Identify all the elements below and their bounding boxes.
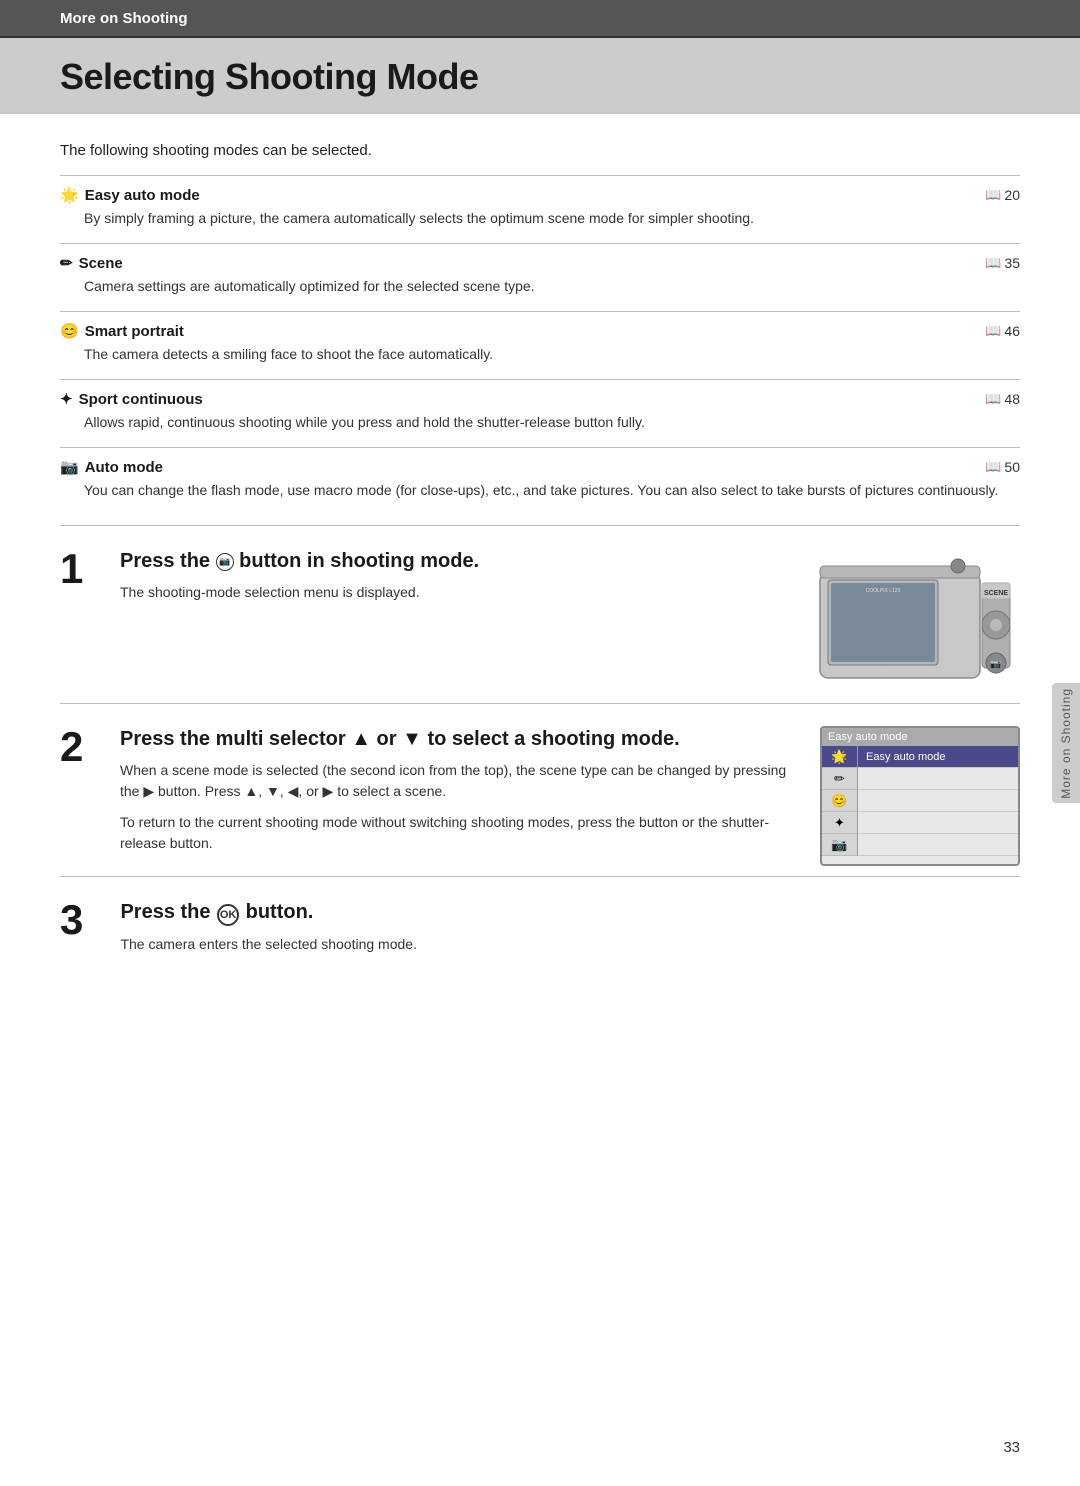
mode-auto-desc: You can change the flash mode, use macro… xyxy=(60,480,1020,511)
menu-icon-3: ✦ xyxy=(822,812,857,834)
page-title-area: Selecting Shooting Mode xyxy=(0,38,1080,114)
step-1-title: Press the 📷 button in shooting mode. xyxy=(120,548,790,574)
step-2-image-area: Easy auto mode 🌟 ✏ 😊 ✦ 📷 xyxy=(820,726,1020,866)
camera-button-icon-1: 📷 xyxy=(216,553,234,571)
menu-icons-col: 🌟 ✏ 😊 ✦ 📷 xyxy=(822,746,858,856)
step-1-number: 1 xyxy=(60,548,100,693)
easy-auto-icon: 🌟 xyxy=(60,186,79,204)
mode-sport-desc: Allows rapid, continuous shooting while … xyxy=(60,412,1020,443)
book-icon-5: 📖 xyxy=(985,459,1001,475)
mode-auto: 📷 Auto mode 📖 50 You can change the flas… xyxy=(60,447,1020,515)
intro-text: The following shooting modes can be sele… xyxy=(60,142,1020,159)
mode-smart-portrait-header: 😊 Smart portrait 📖 46 xyxy=(60,322,1020,340)
mode-easy-auto-desc: By simply framing a picture, the camera … xyxy=(60,208,1020,239)
mode-easy-auto-title: 🌟 Easy auto mode xyxy=(60,186,200,204)
menu-icon-2: 😊 xyxy=(822,790,857,812)
mode-scene: ✏ Scene 📖 35 Camera settings are automat… xyxy=(60,243,1020,311)
menu-icon-1: ✏ xyxy=(822,768,857,790)
menu-icon-4: 📷 xyxy=(822,834,857,856)
book-icon-4: 📖 xyxy=(985,391,1001,407)
book-icon-3: 📖 xyxy=(985,323,1001,339)
mode-list: 🌟 Easy auto mode 📖 20 By simply framing … xyxy=(60,175,1020,515)
page-title: Selecting Shooting Mode xyxy=(60,56,1020,98)
mode-auto-ref: 📖 50 xyxy=(985,459,1020,475)
step-3-number: 3 xyxy=(60,899,100,941)
mode-sport-continuous-title: ✦ Sport continuous xyxy=(60,390,203,408)
svg-text:📷: 📷 xyxy=(990,659,1001,669)
step-1-desc: The shooting-mode selection menu is disp… xyxy=(120,582,790,603)
auto-mode-icon: 📷 xyxy=(60,458,79,476)
header-bar: More on Shooting xyxy=(0,0,1080,38)
mode-sport-continuous-header: ✦ Sport continuous 📖 48 xyxy=(60,390,1020,408)
mode-smart-portrait-desc: The camera detects a smiling face to sho… xyxy=(60,344,1020,375)
step-1: 1 Press the 📷 button in shooting mode. T… xyxy=(60,526,1020,704)
menu-ui-header: Easy auto mode xyxy=(822,728,1018,746)
mode-easy-auto-header: 🌟 Easy auto mode 📖 20 xyxy=(60,186,1020,204)
mode-easy-auto-ref: 📖 20 xyxy=(985,187,1020,203)
menu-ui: Easy auto mode 🌟 ✏ 😊 ✦ 📷 xyxy=(820,726,1020,866)
mode-scene-ref: 📖 35 xyxy=(985,255,1020,271)
mode-auto-header: 📷 Auto mode 📖 50 xyxy=(60,458,1020,476)
book-icon-2: 📖 xyxy=(985,255,1001,271)
menu-ui-body: 🌟 ✏ 😊 ✦ 📷 Easy auto mode xyxy=(822,746,1018,856)
menu-label-2 xyxy=(858,790,1018,812)
scene-icon: ✏ xyxy=(60,254,73,272)
step-3-content: Press the OK button. The camera enters t… xyxy=(120,899,417,955)
step-2-content: Press the multi selector ▲ or ▼ to selec… xyxy=(120,726,800,854)
mode-smart-portrait-ref: 📖 46 xyxy=(985,323,1020,339)
svg-text:COOLPIX L120: COOLPIX L120 xyxy=(866,588,901,594)
sidebar-tab-label: More on Shooting xyxy=(1059,688,1073,799)
menu-label-4 xyxy=(858,834,1018,856)
step-2-desc: When a scene mode is selected (the secon… xyxy=(120,760,800,802)
menu-label-col: Easy auto mode xyxy=(858,746,1018,856)
smart-portrait-icon: 😊 xyxy=(60,322,79,340)
ok-circle-icon: OK xyxy=(217,904,239,926)
svg-text:SCENE: SCENE xyxy=(984,590,1008,597)
step-2-number: 2 xyxy=(60,726,100,768)
menu-label-3 xyxy=(858,812,1018,834)
menu-badge xyxy=(994,731,1012,741)
menu-label-0: Easy auto mode xyxy=(858,746,1018,768)
book-icon: 📖 xyxy=(985,187,1001,203)
section-label: More on Shooting xyxy=(60,10,187,27)
page: More on Shooting Selecting Shooting Mode… xyxy=(0,0,1080,1486)
mode-auto-title: 📷 Auto mode xyxy=(60,458,163,476)
step-2-sub-desc: To return to the current shooting mode w… xyxy=(120,812,800,854)
mode-scene-desc: Camera settings are automatically optimi… xyxy=(60,276,1020,307)
mode-smart-portrait-title: 😊 Smart portrait xyxy=(60,322,184,340)
mode-scene-header: ✏ Scene 📖 35 xyxy=(60,254,1020,272)
page-number: 33 xyxy=(1003,1439,1020,1456)
sport-icon: ✦ xyxy=(60,390,73,408)
step-2-top: 2 Press the multi selector ▲ or ▼ to sel… xyxy=(60,726,1020,866)
mode-sport-continuous: ✦ Sport continuous 📖 48 Allows rapid, co… xyxy=(60,379,1020,447)
menu-header-label: Easy auto mode xyxy=(828,731,908,743)
sidebar-tab: More on Shooting xyxy=(1052,683,1080,803)
step-2: 2 Press the multi selector ▲ or ▼ to sel… xyxy=(60,704,1020,877)
svg-text:Nikon: Nikon xyxy=(875,666,891,672)
step-1-image-area: SCENE 📷 COOLPIX L120 Nikon xyxy=(810,548,1020,693)
step-3-desc: The camera enters the selected shooting … xyxy=(120,934,417,955)
camera-svg: SCENE 📷 COOLPIX L120 Nikon xyxy=(810,548,1020,693)
mode-scene-title: ✏ Scene xyxy=(60,254,123,272)
step-3: 3 Press the OK button. The camera enters… xyxy=(60,877,1020,965)
mode-smart-portrait: 😊 Smart portrait 📖 46 The camera detects… xyxy=(60,311,1020,379)
main-content: The following shooting modes can be sele… xyxy=(0,114,1080,1005)
step-1-content: Press the 📷 button in shooting mode. The… xyxy=(120,548,790,693)
menu-label-1 xyxy=(858,768,1018,790)
mode-sport-ref: 📖 48 xyxy=(985,391,1020,407)
step-3-title: Press the OK button. xyxy=(120,899,417,926)
mode-easy-auto: 🌟 Easy auto mode 📖 20 By simply framing … xyxy=(60,175,1020,243)
step-2-title: Press the multi selector ▲ or ▼ to selec… xyxy=(120,726,800,752)
menu-icon-0: 🌟 xyxy=(822,746,857,768)
